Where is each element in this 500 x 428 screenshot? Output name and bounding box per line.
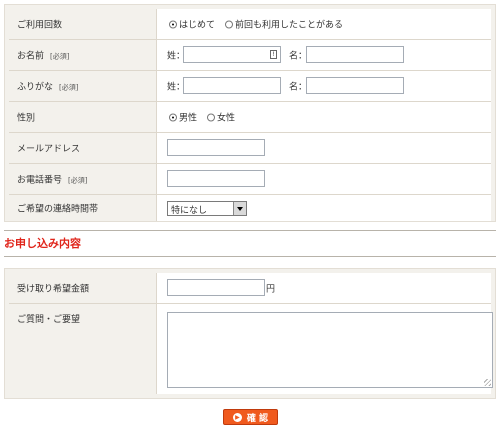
amount-label: 受け取り希望金額 xyxy=(17,284,90,295)
amount-unit: 円 xyxy=(266,284,276,295)
contact-time-row: ご希望の連絡時間帯 特になし xyxy=(9,195,491,221)
contact-time-label: ご希望の連絡時間帯 xyxy=(17,204,99,215)
radio-selected-icon xyxy=(169,20,177,28)
usage-returning-radio[interactable]: 前回も利用したことがある xyxy=(225,18,343,31)
furigana-label: ふりがな xyxy=(17,82,54,93)
radio-selected-icon xyxy=(169,113,177,121)
question-label: ご質問・ご要望 xyxy=(17,315,81,325)
required-badge: [必須] xyxy=(59,83,79,92)
phone-row: お電話番号 [必須] xyxy=(9,164,491,195)
gender-female-radio[interactable]: 女性 xyxy=(207,111,235,124)
contact-info-panel: ご利用回数 はじめて 前回も利用したことがある お名前 [必須] 姓： ! 名： … xyxy=(4,4,496,222)
phone-label: お電話番号 xyxy=(17,175,63,186)
amount-input[interactable] xyxy=(167,279,265,296)
confirm-button[interactable]: ▶ 確 認 xyxy=(223,409,278,425)
first-name-label: 名： xyxy=(289,51,308,62)
resize-grip-icon[interactable] xyxy=(484,379,491,386)
gender-label: 性別 xyxy=(17,113,36,124)
last-name-input[interactable]: ! xyxy=(183,46,281,63)
radio-icon xyxy=(225,20,233,28)
gender-male-radio[interactable]: 男性 xyxy=(169,111,197,124)
arrow-right-icon: ▶ xyxy=(232,412,242,422)
required-badge: [必須] xyxy=(50,52,70,61)
email-input[interactable] xyxy=(167,139,265,156)
phone-input[interactable] xyxy=(167,170,265,187)
contact-time-select[interactable]: 特になし xyxy=(167,201,247,216)
usage-row: ご利用回数 はじめて 前回も利用したことがある xyxy=(9,9,491,40)
radio-icon xyxy=(207,113,215,121)
application-details-panel: 受け取り希望金額 円 ご質問・ご要望 xyxy=(4,268,496,399)
name-row: お名前 [必須] 姓： ! 名： xyxy=(9,40,491,71)
question-row: ご質問・ご要望 xyxy=(9,304,493,394)
usage-first-time-radio[interactable]: はじめて xyxy=(169,18,215,31)
first-name-kana-label: 名： xyxy=(289,82,308,93)
section-divider-top xyxy=(4,230,496,231)
password-key-icon: ! xyxy=(270,50,277,59)
chevron-down-icon[interactable] xyxy=(233,202,246,215)
first-name-input[interactable] xyxy=(306,46,404,63)
email-row: メールアドレス xyxy=(9,133,491,164)
email-label: メールアドレス xyxy=(17,144,81,155)
last-name-kana-input[interactable] xyxy=(183,77,281,94)
name-label: お名前 xyxy=(17,51,45,62)
section-divider-bottom xyxy=(4,256,496,257)
gender-row: 性別 男性 女性 xyxy=(9,102,491,133)
first-name-kana-input[interactable] xyxy=(306,77,404,94)
section-title: お申し込み内容 xyxy=(4,237,81,250)
furigana-row: ふりがな [必須] 姓： 名： xyxy=(9,71,491,102)
usage-label: ご利用回数 xyxy=(17,20,63,31)
amount-row: 受け取り希望金額 円 xyxy=(9,273,491,304)
required-badge: [必須] xyxy=(68,176,88,185)
question-textarea[interactable] xyxy=(167,312,493,388)
